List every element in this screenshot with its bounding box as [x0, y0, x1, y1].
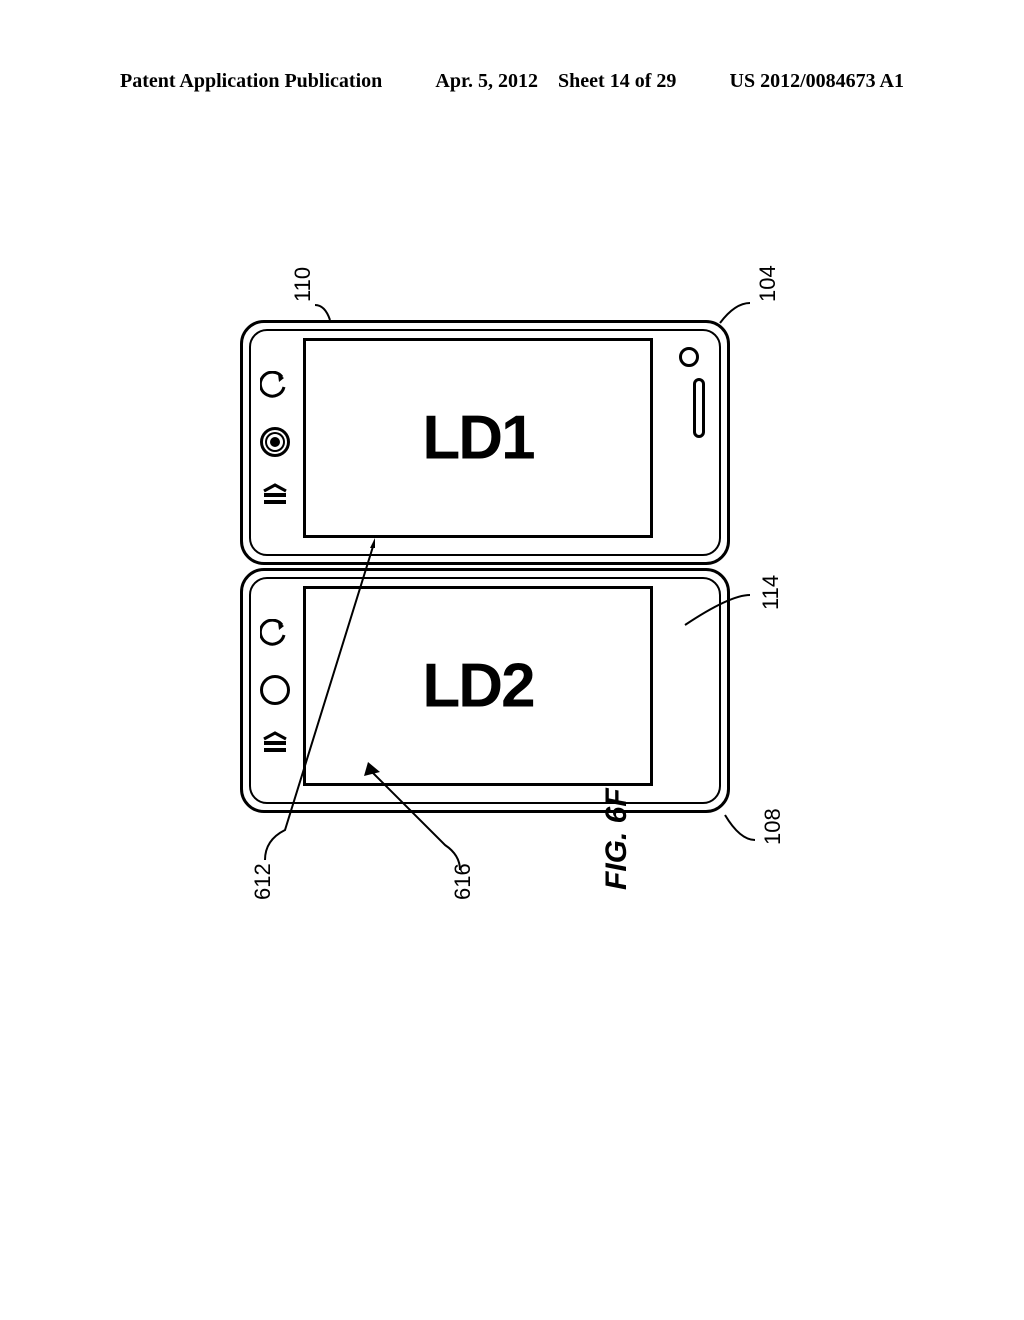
camera-icon [679, 347, 699, 367]
speaker-icon [693, 378, 705, 438]
screen-label-ld1: LD1 [422, 403, 533, 474]
publication-date: Apr. 5, 2012 [435, 70, 538, 92]
leader-612 [255, 530, 375, 870]
leader-108 [715, 805, 765, 845]
page-header: Patent Application Publication Apr. 5, 2… [0, 70, 1024, 93]
figure-6f: LD1 LD2 [200, 260, 800, 960]
menu-icon [260, 483, 290, 505]
leader-114 [675, 590, 755, 640]
screen-label-ld2: LD2 [422, 651, 533, 722]
home-icon [260, 427, 290, 457]
leader-110 [310, 300, 370, 350]
leader-616 [360, 760, 470, 880]
reference-104: 104 [755, 265, 781, 302]
reference-114: 114 [758, 575, 784, 610]
primary-touch-screen: LD1 [303, 338, 653, 538]
figure-caption: FIG. 6F [600, 788, 634, 890]
reference-110: 110 [290, 267, 316, 302]
sheet-number: Sheet 14 of 29 [558, 70, 676, 92]
nav-buttons-primary [257, 371, 293, 505]
publication-number: US 2012/0084673 A1 [730, 70, 904, 93]
publication-label: Patent Application Publication [120, 70, 382, 93]
date-sheet: Apr. 5, 2012 Sheet 14 of 29 [435, 70, 676, 93]
primary-screen-housing: LD1 [240, 320, 730, 565]
back-icon [260, 371, 290, 401]
leader-104 [710, 298, 760, 338]
